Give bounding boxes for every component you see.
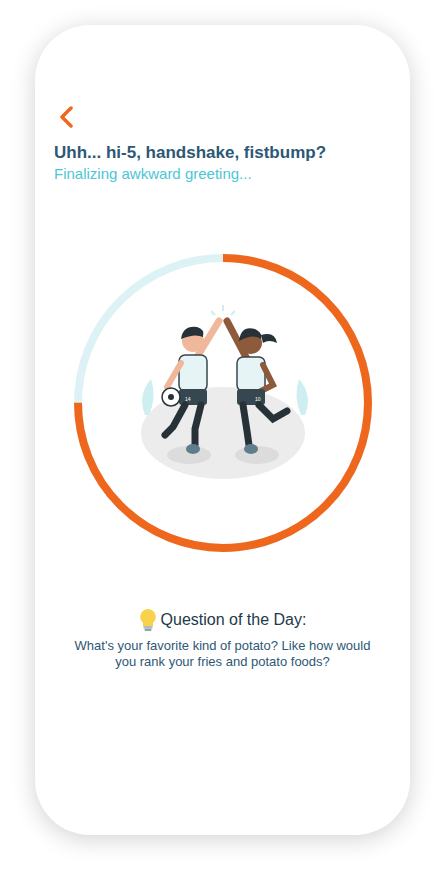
- chevron-left-icon: [59, 106, 73, 128]
- svg-text:14: 14: [185, 396, 191, 402]
- phone-card: Uhh... hi-5, handshake, fistbump?Finaliz…: [35, 25, 410, 835]
- subtitle: Finalizing awkward greeting...: [54, 164, 391, 184]
- title: Uhh... hi-5, handshake, fistbump?: [54, 142, 391, 164]
- progress: 14 10: [74, 254, 372, 552]
- svg-text:10: 10: [255, 396, 261, 402]
- page: Uhh... hi-5, handshake, fistbump?Finaliz…: [0, 0, 445, 882]
- question-label: Question of the Day:: [54, 608, 391, 632]
- lightbulb-icon: [139, 608, 157, 632]
- high-five-illustration: 14 10: [123, 305, 323, 495]
- back-button[interactable]: [59, 105, 79, 129]
- question-text: What's your favorite kind of potato? Lik…: [54, 638, 391, 670]
